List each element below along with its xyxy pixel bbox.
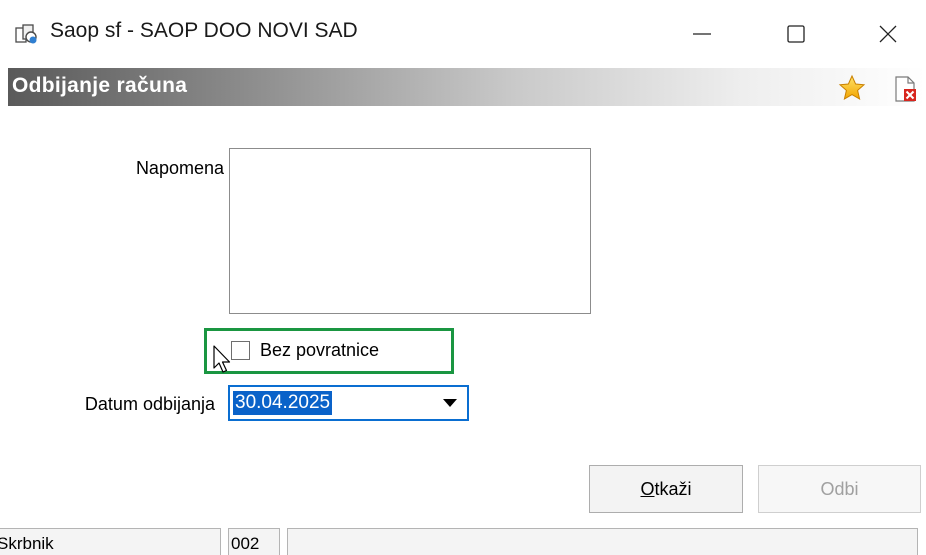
napomena-textarea[interactable] (229, 148, 591, 314)
status-cell-empty (287, 528, 918, 555)
status-bar: Skrbnik 002 (0, 528, 926, 555)
star-icon[interactable] (838, 74, 866, 102)
datum-odbijanja-combobox[interactable]: 30.04.2025 (228, 385, 469, 421)
datum-odbijanja-value[interactable]: 30.04.2025 (233, 391, 333, 415)
window-titlebar: Saop sf - SAOP DOO NOVI SAD (0, 0, 926, 68)
cancel-mnemonic: O (640, 478, 655, 499)
close-button[interactable] (866, 16, 910, 52)
form-header: Odbijanje računa (8, 68, 926, 106)
maximize-button[interactable] (774, 16, 818, 52)
bez-povratnice-checkbox[interactable] (231, 341, 250, 360)
minimize-button[interactable] (680, 16, 724, 52)
window-title: Saop sf - SAOP DOO NOVI SAD (50, 19, 358, 42)
app-icon (15, 24, 37, 44)
cancel-label: tkaži (654, 478, 692, 499)
reject-button[interactable]: Odbi (758, 465, 921, 513)
status-cell-code: 002 (228, 528, 280, 555)
mouse-cursor-icon (213, 345, 231, 373)
document-close-icon[interactable] (893, 75, 919, 103)
dropdown-arrow-icon[interactable] (443, 399, 457, 408)
napomena-label: Napomena (135, 158, 224, 178)
minimize-icon (693, 33, 711, 35)
cancel-button[interactable]: Otkaži (589, 465, 743, 513)
page-title: Odbijanje računa (12, 74, 188, 97)
close-icon (879, 25, 897, 43)
status-cell-skrbnik: Skrbnik (0, 528, 221, 555)
datum-odbijanja-label: Datum odbijanja (84, 394, 215, 414)
maximize-icon (787, 25, 805, 43)
bez-povratnice-label[interactable]: Bez povratnice (260, 340, 379, 361)
